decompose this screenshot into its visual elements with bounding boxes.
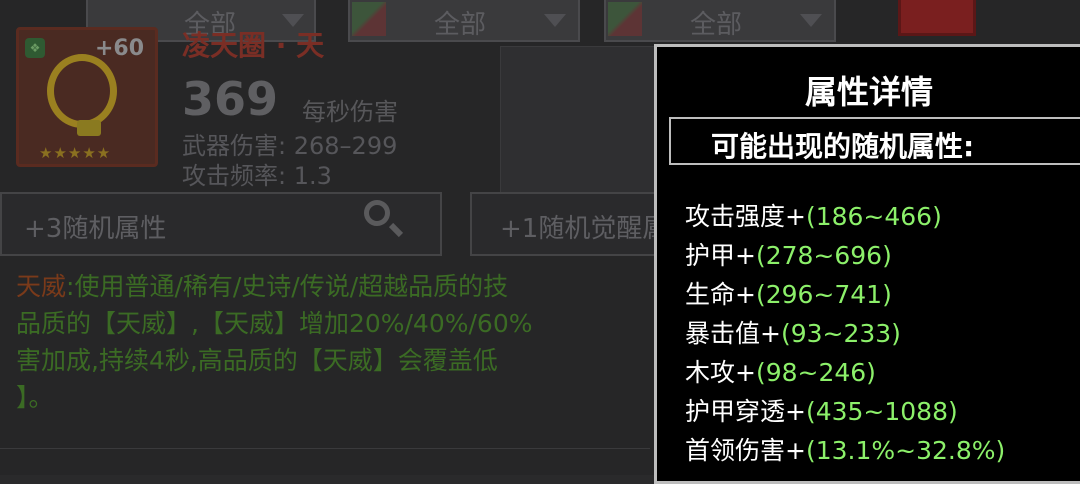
gem-icon xyxy=(77,120,101,136)
rate-value: 1.3 xyxy=(293,162,332,190)
weapon-icon[interactable]: ❖ +60 ★★★★★ xyxy=(16,27,158,167)
dps-value: 369 xyxy=(182,72,279,126)
desc-line-1: 天威:使用普通/稀有/史诗/传说/超越品质的技 xyxy=(16,272,509,301)
popup-subtitle: 可能出现的随机属性: xyxy=(711,130,975,163)
filter-dropdown-2[interactable]: 全部 xyxy=(348,0,580,42)
divider xyxy=(0,448,650,449)
star-rating: ★★★★★ xyxy=(39,144,112,162)
filter-bar: 全部 全部 全部 xyxy=(0,0,1080,44)
rate-stat: 攻击频率: 1.3 xyxy=(182,156,332,191)
attribute-row: 护甲穿透+(435~1088) xyxy=(685,397,958,426)
search-icon[interactable] xyxy=(364,200,390,226)
element-icon xyxy=(608,2,642,36)
attribute-row: 生命+(296~741) xyxy=(685,280,892,309)
filter-label: 全部 xyxy=(690,10,743,40)
attribute-details-popup: 属性详情 可能出现的随机属性: 攻击强度+(186~466) 护甲+(278~6… xyxy=(654,44,1080,484)
attribute-row: 暴击值+(93~233) xyxy=(685,319,901,348)
chevron-down-icon xyxy=(800,14,822,27)
dps-label: 每秒伤害 xyxy=(302,98,398,126)
chevron-down-icon xyxy=(544,14,566,27)
element-icon xyxy=(352,2,386,36)
attribute-row: 木攻+(98~246) xyxy=(685,358,876,387)
weapon-level: +60 xyxy=(95,36,145,61)
popup-subtitle-box: 可能出现的随机属性: xyxy=(669,117,1080,165)
close-button[interactable] xyxy=(898,0,976,36)
popup-title: 属性详情 xyxy=(804,73,933,111)
random-attr-label: +3随机属性 xyxy=(24,214,167,244)
weapon-name: 凌天圈 · 天 xyxy=(182,29,325,62)
ring-icon xyxy=(47,54,117,128)
filter-dropdown-3[interactable]: 全部 xyxy=(604,0,836,42)
desc-line-4: 】。 xyxy=(16,383,54,412)
awaken-attr-label: +1随机觉醒属 xyxy=(500,214,669,244)
attribute-row: 首领伤害+(13.1%~32.8%) xyxy=(685,436,1006,465)
skill-description: 天威:使用普通/稀有/史诗/传说/超越品质的技 品质的【天威】,【天威】增加20… xyxy=(16,268,656,416)
element-badge-icon: ❖ xyxy=(25,38,45,58)
rate-label: 攻击频率: xyxy=(182,162,287,190)
desc-line-2: 品质的【天威】,【天威】增加20%/40%/60% xyxy=(16,309,533,338)
skill-keyword: 天威 xyxy=(16,272,67,301)
filter-label: 全部 xyxy=(434,10,487,40)
desc-line-3: 害加成,持续4秒,高品质的【天威】会覆盖低 xyxy=(16,346,498,375)
attribute-row: 护甲+(278~696) xyxy=(685,241,892,270)
attribute-row: 攻击强度+(186~466) xyxy=(685,202,942,231)
